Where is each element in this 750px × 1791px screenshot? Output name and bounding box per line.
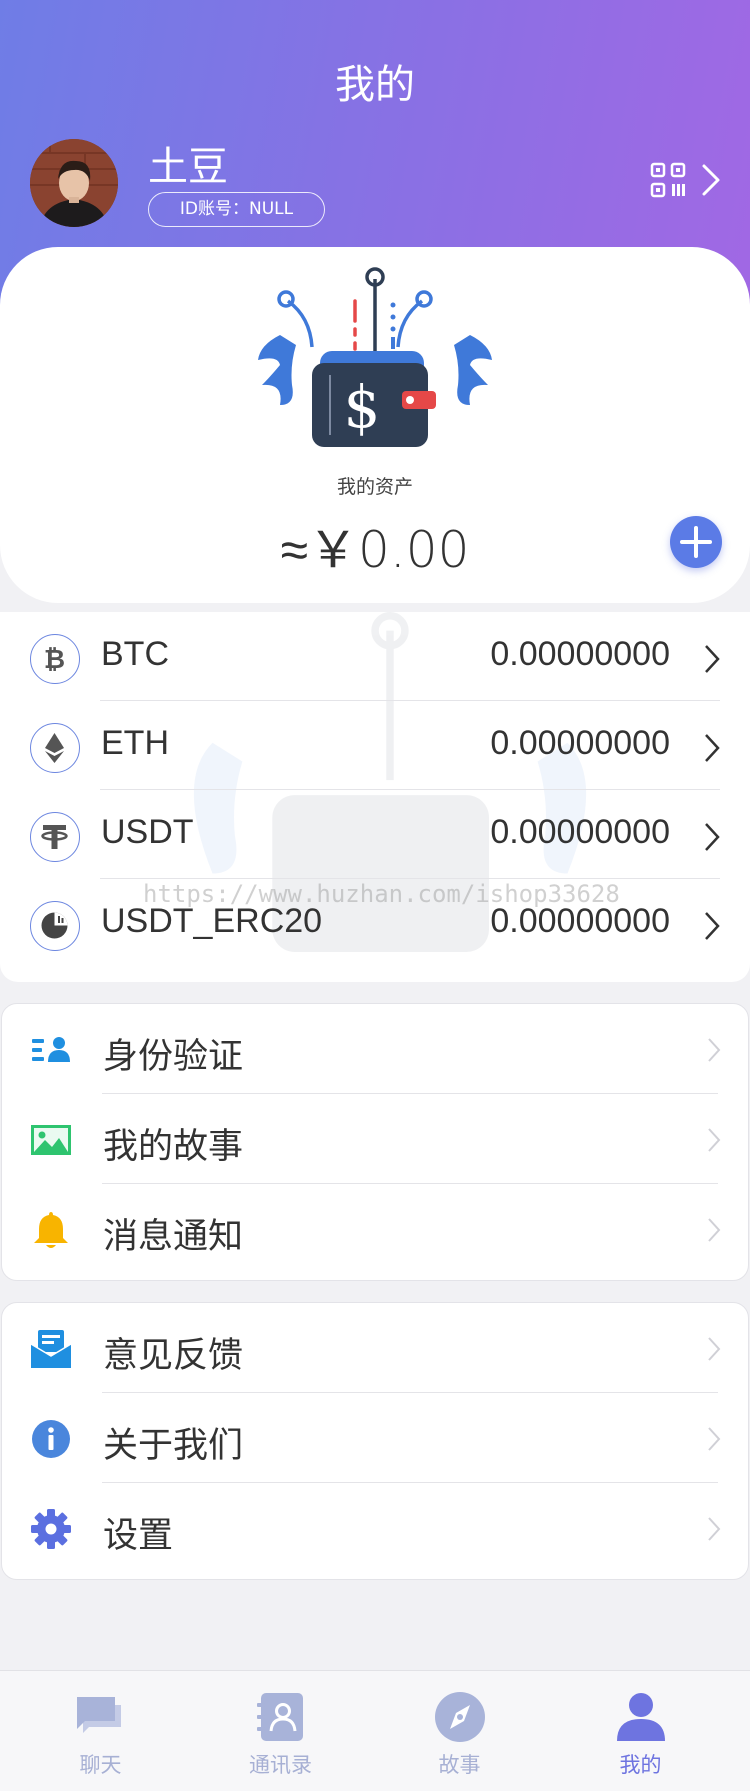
chevron-right-icon	[705, 734, 720, 762]
assets-total: ≈￥0.00	[280, 521, 470, 579]
chevron-right-icon	[705, 645, 720, 673]
menu-item-about-us[interactable]: 关于我们	[2, 1393, 748, 1483]
menu-group-app: 意见反馈 关于我们 设置	[1, 1302, 749, 1580]
chevron-right-icon	[708, 1128, 721, 1152]
bottom-tab-bar: 聊天 通讯录 故事 我的	[0, 1670, 750, 1791]
menu-label: 设置	[103, 1516, 174, 1556]
chat-icon	[77, 1697, 121, 1733]
username: 土豆	[148, 144, 228, 190]
gear-icon	[31, 1509, 71, 1549]
erc20-icon	[30, 901, 80, 951]
add-asset-button[interactable]	[670, 516, 722, 568]
tab-label: 聊天	[79, 1753, 122, 1777]
menu-item-my-stories[interactable]: 我的故事	[2, 1094, 748, 1184]
chevron-right-icon	[708, 1427, 721, 1451]
tab-stories[interactable]: 故事	[366, 1671, 553, 1791]
tab-chat[interactable]: 聊天	[7, 1671, 194, 1791]
tab-label: 故事	[438, 1753, 481, 1777]
menu-label: 关于我们	[103, 1426, 244, 1466]
menu-item-identity-verification[interactable]: 身份验证	[2, 1004, 748, 1094]
tab-me[interactable]: 我的	[547, 1671, 734, 1791]
coin-balance: 0.00000000	[490, 813, 670, 851]
svg-text:₿: ₿	[44, 645, 65, 675]
qr-code-icon[interactable]	[650, 162, 686, 198]
plus-icon	[680, 526, 712, 558]
menu-label: 意见反馈	[103, 1336, 244, 1376]
coin-balance: 0.00000000	[490, 635, 670, 673]
tab-label: 我的	[619, 1753, 662, 1777]
coin-list: ₿ BTC 0.00000000 ETH 0.00000000 USDT 0.0…	[0, 612, 750, 982]
coin-balance: 0.00000000	[490, 724, 670, 762]
menu-label: 消息通知	[103, 1217, 244, 1257]
menu-item-settings[interactable]: 设置	[2, 1483, 748, 1573]
tab-contacts[interactable]: 通讯录	[187, 1671, 374, 1791]
profile-icon	[617, 1693, 665, 1741]
chevron-right-icon	[705, 823, 720, 851]
compass-icon	[435, 1692, 485, 1742]
tether-icon	[30, 812, 80, 862]
account-id-badge: ID账号：NULL	[148, 192, 325, 227]
info-icon	[32, 1420, 70, 1458]
chevron-right-icon[interactable]	[700, 160, 724, 200]
contacts-icon	[257, 1693, 303, 1741]
bitcoin-icon: ₿	[30, 634, 80, 684]
coin-row-eth[interactable]: ETH 0.00000000	[0, 701, 750, 790]
menu-item-notifications[interactable]: 消息通知	[2, 1184, 748, 1274]
assets-label: 我的资产	[336, 476, 413, 498]
coin-row-btc[interactable]: ₿ BTC 0.00000000	[0, 612, 750, 701]
menu-label: 我的故事	[103, 1127, 244, 1167]
id-verify-icon	[32, 1037, 70, 1062]
menu-label: 身份验证	[103, 1037, 244, 1077]
svg-text:$: $	[344, 373, 381, 441]
wallet-illustration: $	[258, 267, 492, 447]
coin-name: USDT	[101, 813, 194, 851]
bell-icon	[34, 1212, 68, 1248]
feedback-icon	[30, 1330, 72, 1368]
menu-group-account: 身份验证 我的故事 消息通知	[1, 1003, 749, 1281]
chevron-right-icon	[708, 1337, 721, 1361]
chevron-right-icon	[705, 912, 720, 940]
ethereum-icon	[30, 723, 80, 773]
chevron-right-icon	[708, 1038, 721, 1062]
site-watermark: https://www.huzhan.com/ishop33628	[143, 880, 620, 908]
picture-icon	[31, 1125, 71, 1155]
chevron-right-icon	[708, 1517, 721, 1541]
coin-row-usdt[interactable]: USDT 0.00000000	[0, 790, 750, 879]
chevron-right-icon	[708, 1218, 721, 1242]
avatar[interactable]	[30, 139, 118, 227]
page-title: 我的	[335, 62, 415, 108]
menu-item-feedback[interactable]: 意见反馈	[2, 1303, 748, 1393]
coin-name: BTC	[101, 635, 169, 673]
tab-label: 通讯录	[249, 1753, 312, 1777]
coin-name: ETH	[101, 724, 169, 762]
